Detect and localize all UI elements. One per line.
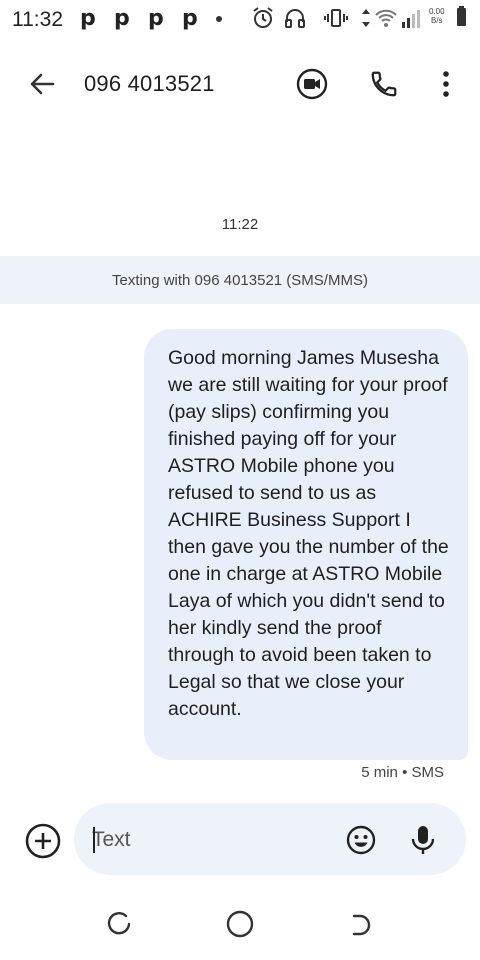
contact-title[interactable]: 096 4013521 — [84, 71, 215, 97]
back-nav-icon — [352, 914, 371, 936]
notification-p-icon: p — [114, 6, 130, 31]
attach-button[interactable] — [24, 822, 62, 860]
compose-bar — [74, 803, 466, 875]
notification-p-icon: p — [182, 6, 198, 31]
network-speed-value: 0.00 — [429, 7, 445, 16]
signal-icon — [400, 6, 424, 35]
phone-call-button[interactable] — [364, 64, 404, 104]
message-text: Good morning James Musesha we are still … — [168, 347, 449, 720]
data-transfer-icon — [360, 6, 372, 35]
text-cursor — [93, 827, 95, 853]
video-call-icon — [296, 68, 328, 100]
recent-apps-button[interactable] — [100, 906, 140, 942]
network-speed: 0.00 B/s — [429, 7, 445, 25]
mic-icon — [411, 826, 435, 854]
home-icon — [226, 910, 254, 938]
message-bubble[interactable]: Good morning James Musesha we are still … — [144, 329, 468, 760]
back-button[interactable] — [22, 66, 62, 102]
network-speed-unit: B/s — [431, 16, 443, 25]
conversation-timestamp: 11:22 — [221, 216, 259, 233]
add-circle-icon — [25, 823, 61, 859]
arrow-left-icon — [30, 73, 55, 95]
texting-banner: Texting with 096 4013521 (SMS/MMS) — [0, 256, 480, 304]
notification-p-icon: p — [148, 6, 164, 31]
headphones-icon — [284, 6, 306, 35]
more-options-button[interactable] — [426, 64, 466, 104]
notification-p-icon: p — [80, 6, 96, 31]
phone-icon — [371, 71, 397, 97]
vibrate-icon — [324, 6, 348, 35]
more-notifications-dot — [216, 16, 222, 22]
status-bar: 11:32 p p p p 0.00 B/s — [0, 0, 480, 38]
recent-apps-icon — [107, 911, 131, 935]
voice-input-button[interactable] — [404, 821, 442, 859]
texting-banner-text: Texting with 096 4013521 (SMS/MMS) — [112, 271, 368, 289]
status-time: 11:32 — [12, 8, 63, 31]
more-vert-icon — [443, 71, 449, 97]
message-input[interactable] — [92, 825, 332, 855]
home-button[interactable] — [220, 906, 260, 942]
battery-icon — [457, 6, 466, 26]
emoji-button[interactable] — [342, 821, 380, 859]
back-nav-button[interactable] — [340, 906, 380, 942]
emoji-icon — [346, 825, 376, 855]
app-bar: 096 4013521 — [0, 54, 480, 114]
alarm-icon — [252, 6, 274, 35]
video-call-button[interactable] — [292, 64, 332, 104]
message-meta: 5 min • SMS — [361, 764, 444, 781]
wifi-icon — [374, 6, 398, 35]
